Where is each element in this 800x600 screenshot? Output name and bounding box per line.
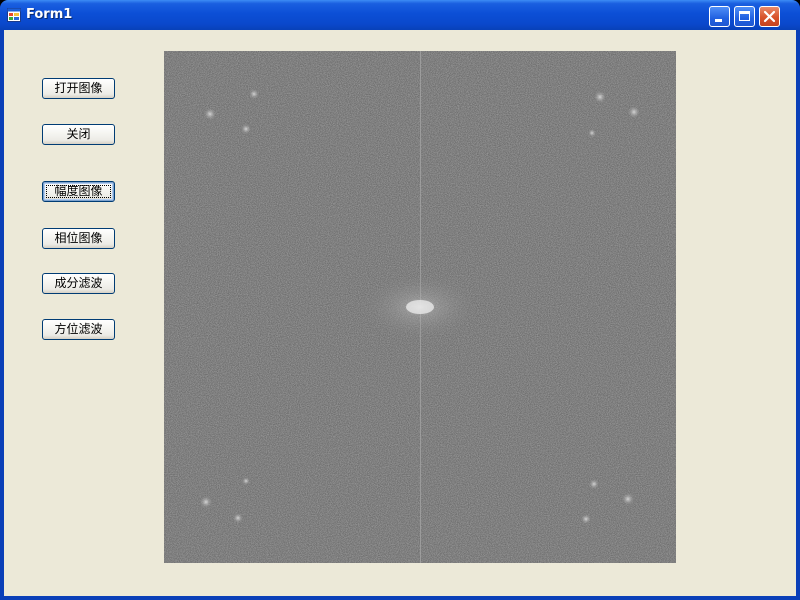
focus-ring [46,185,111,198]
phase-image-button[interactable]: 相位图像 [42,228,115,249]
main-window: Form1 打开图像 关闭 幅度图像 相位图像 成分滤波 方位滤波 [0,0,800,600]
client-area: 打开图像 关闭 幅度图像 相位图像 成分滤波 方位滤波 [4,30,796,596]
window-title: Form1 [26,7,73,22]
minimize-button[interactable] [709,6,730,27]
fourier-spectrum-image [164,51,676,563]
open-image-button[interactable]: 打开图像 [42,78,115,99]
magnitude-image-button[interactable]: 幅度图像 [42,181,115,202]
title-bar[interactable]: Form1 [0,0,800,30]
app-form-icon [7,8,21,22]
close-icon [763,10,776,23]
maximize-button[interactable] [734,6,755,27]
close-button[interactable]: 关闭 [42,124,115,145]
orientation-filter-button[interactable]: 方位滤波 [42,319,115,340]
close-window-button[interactable] [759,6,780,27]
maximize-icon [739,11,750,21]
minimize-icon [715,19,722,22]
component-filter-button[interactable]: 成分滤波 [42,273,115,294]
spectrum-picture-box [164,51,676,563]
